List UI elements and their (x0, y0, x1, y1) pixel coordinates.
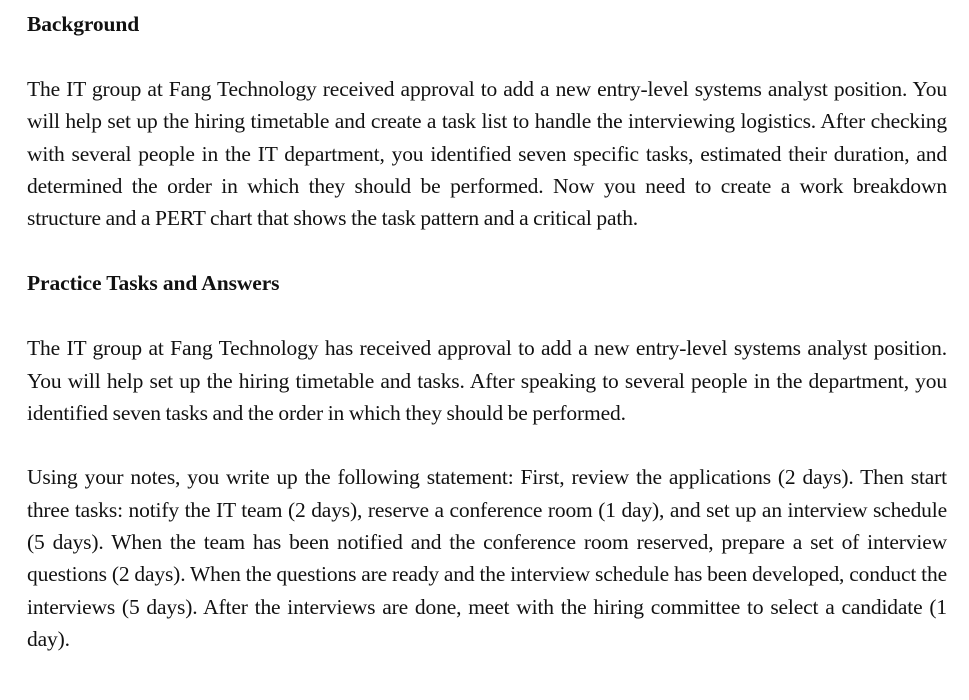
document-body: Background The IT group at Fang Technolo… (27, 8, 947, 655)
background-heading: Background (27, 12, 140, 36)
background-paragraph: The IT group at Fang Technology received… (27, 77, 947, 231)
practice-tasks-heading: Practice Tasks and Answers (27, 271, 280, 296)
task-statement-paragraph: Using your notes, you write up the follo… (27, 465, 947, 651)
practice-intro-paragraph: The IT group at Fang Technology has rece… (27, 336, 947, 426)
